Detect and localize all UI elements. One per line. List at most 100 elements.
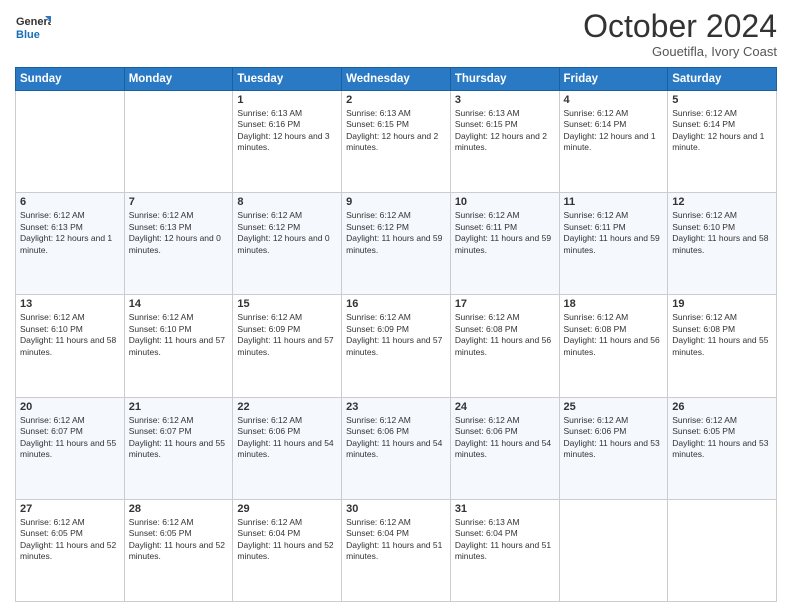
day-number: 14 xyxy=(129,298,229,310)
calendar-cell xyxy=(559,499,668,601)
svg-text:Blue: Blue xyxy=(16,29,40,41)
cell-content: Sunrise: 6:12 AM Sunset: 6:04 PM Dayligh… xyxy=(346,517,446,563)
calendar-cell: 28 Sunrise: 6:12 AM Sunset: 6:05 PM Dayli… xyxy=(124,499,233,601)
calendar-cell xyxy=(668,499,777,601)
day-number: 10 xyxy=(455,196,555,208)
cell-content: Sunrise: 6:12 AM Sunset: 6:12 PM Dayligh… xyxy=(346,210,446,256)
cell-content: Sunrise: 6:12 AM Sunset: 6:11 PM Dayligh… xyxy=(564,210,664,256)
day-number: 24 xyxy=(455,401,555,413)
day-number: 23 xyxy=(346,401,446,413)
calendar-cell: 21Sunrise: 6:12 AM Sunset: 6:07 PM Dayli… xyxy=(124,397,233,499)
calendar-cell: 30Sunrise: 6:12 AM Sunset: 6:04 PM Dayli… xyxy=(342,499,451,601)
cell-content: Sunrise: 6:13 AM Sunset: 6:15 PM Dayligh… xyxy=(455,108,555,154)
cell-content: Sunrise: 6:13 AM Sunset: 6:04 PM Dayligh… xyxy=(455,517,555,563)
cell-content: Sunrise: 6:12 AM Sunset: 6:10 PM Dayligh… xyxy=(672,210,772,256)
calendar-cell: 26 Sunrise: 6:12 AM Sunset: 6:05 PM Dayli… xyxy=(668,397,777,499)
calendar-cell: 7 Sunrise: 6:12 AM Sunset: 6:13 PM Daylig… xyxy=(124,193,233,295)
cell-content: Sunrise: 6:13 AM Sunset: 6:15 PM Dayligh… xyxy=(346,108,446,154)
cell-content: Sunrise: 6:12 AM Sunset: 6:06 PM Dayligh… xyxy=(564,415,664,461)
day-number: 4 xyxy=(564,94,664,106)
calendar-cell: 31 Sunrise: 6:13 AM Sunset: 6:04 PM Dayli… xyxy=(450,499,559,601)
calendar-cell: 5 Sunrise: 6:12 AM Sunset: 6:14 PM Daylig… xyxy=(668,91,777,193)
calendar-cell: 8 Sunrise: 6:12 AM Sunset: 6:12 PM Daylig… xyxy=(233,193,342,295)
calendar-cell: 6Sunrise: 6:12 AM Sunset: 6:13 PM Daylig… xyxy=(16,193,125,295)
cell-content: Sunrise: 6:12 AM Sunset: 6:05 PM Dayligh… xyxy=(129,517,229,563)
svg-text:General: General xyxy=(16,16,51,28)
day-number: 7 xyxy=(129,196,229,208)
calendar-cell xyxy=(124,91,233,193)
cell-content: Sunrise: 6:12 AM Sunset: 6:10 PM Dayligh… xyxy=(129,312,229,358)
calendar-cell: 23Sunrise: 6:12 AM Sunset: 6:06 PM Dayli… xyxy=(342,397,451,499)
calendar-week-row: 20Sunrise: 6:12 AM Sunset: 6:07 PM Dayli… xyxy=(16,397,777,499)
calendar-cell: 12Sunrise: 6:12 AM Sunset: 6:10 PM Dayli… xyxy=(668,193,777,295)
day-number: 1 xyxy=(237,94,337,106)
calendar-cell: 4 Sunrise: 6:12 AM Sunset: 6:14 PM Daylig… xyxy=(559,91,668,193)
calendar-day-header: Thursday xyxy=(450,68,559,91)
calendar-cell: 9 Sunrise: 6:12 AM Sunset: 6:12 PM Daylig… xyxy=(342,193,451,295)
month-title: October 2024 xyxy=(583,10,777,42)
calendar-day-header: Sunday xyxy=(16,68,125,91)
calendar-cell: 27Sunrise: 6:12 AM Sunset: 6:05 PM Dayli… xyxy=(16,499,125,601)
calendar-header-row: SundayMondayTuesdayWednesdayThursdayFrid… xyxy=(16,68,777,91)
cell-content: Sunrise: 6:12 AM Sunset: 6:06 PM Dayligh… xyxy=(455,415,555,461)
cell-content: Sunrise: 6:12 AM Sunset: 6:05 PM Dayligh… xyxy=(672,415,772,461)
title-block: October 2024 Gouetifla, Ivory Coast xyxy=(583,10,777,59)
cell-content: Sunrise: 6:12 AM Sunset: 6:06 PM Dayligh… xyxy=(237,415,337,461)
calendar-day-header: Wednesday xyxy=(342,68,451,91)
calendar-cell: 1 Sunrise: 6:13 AM Sunset: 6:16 PM Daylig… xyxy=(233,91,342,193)
cell-content: Sunrise: 6:12 AM Sunset: 6:13 PM Dayligh… xyxy=(129,210,229,256)
day-number: 17 xyxy=(455,298,555,310)
day-number: 22 xyxy=(237,401,337,413)
day-number: 2 xyxy=(346,94,446,106)
calendar-week-row: 27 Sunrise: 6:12 AM Sunset: 6:05 PM Dayli… xyxy=(16,499,777,601)
cell-content: Sunrise: 6:12 AM Sunset: 6:08 PM Dayligh… xyxy=(672,312,772,358)
day-number: 8 xyxy=(237,196,337,208)
cell-content: Sunrise: 6:12 AM Sunset: 6:08 PM Dayligh… xyxy=(455,312,555,358)
calendar-cell: 16 Sunrise: 6:12 AM Sunset: 6:09 PM Dayli… xyxy=(342,295,451,397)
day-number: 13 xyxy=(20,298,120,310)
calendar-day-header: Monday xyxy=(124,68,233,91)
cell-content: Sunrise: 6:12 AM Sunset: 6:10 PM Dayligh… xyxy=(20,312,120,358)
calendar-week-row: 13 Sunrise: 6:12 AM Sunset: 6:10 PM Dayli… xyxy=(16,295,777,397)
calendar-cell: 10 Sunrise: 6:12 AM Sunset: 6:11 PM Dayli… xyxy=(450,193,559,295)
cell-content: Sunrise: 6:12 AM Sunset: 6:09 PM Dayligh… xyxy=(237,312,337,358)
day-number: 16 xyxy=(346,298,446,310)
day-number: 27 xyxy=(20,503,120,515)
day-number: 9 xyxy=(346,196,446,208)
day-number: 31 xyxy=(455,503,555,515)
day-number: 26 xyxy=(672,401,772,413)
day-number: 5 xyxy=(672,94,772,106)
calendar-day-header: Friday xyxy=(559,68,668,91)
calendar-cell: 20Sunrise: 6:12 AM Sunset: 6:07 PM Dayli… xyxy=(16,397,125,499)
cell-content: Sunrise: 6:12 AM Sunset: 6:14 PM Dayligh… xyxy=(564,108,664,154)
calendar-cell: 2 Sunrise: 6:13 AM Sunset: 6:15 PM Daylig… xyxy=(342,91,451,193)
day-number: 29 xyxy=(237,503,337,515)
day-number: 28 xyxy=(129,503,229,515)
cell-content: Sunrise: 6:12 AM Sunset: 6:09 PM Dayligh… xyxy=(346,312,446,358)
cell-content: Sunrise: 6:12 AM Sunset: 6:12 PM Dayligh… xyxy=(237,210,337,256)
calendar-table: SundayMondayTuesdayWednesdayThursdayFrid… xyxy=(15,67,777,602)
calendar-cell: 11Sunrise: 6:12 AM Sunset: 6:11 PM Dayli… xyxy=(559,193,668,295)
calendar-cell: 19 Sunrise: 6:12 AM Sunset: 6:08 PM Dayli… xyxy=(668,295,777,397)
cell-content: Sunrise: 6:12 AM Sunset: 6:11 PM Dayligh… xyxy=(455,210,555,256)
calendar-day-header: Tuesday xyxy=(233,68,342,91)
calendar-cell: 13 Sunrise: 6:12 AM Sunset: 6:10 PM Dayli… xyxy=(16,295,125,397)
day-number: 19 xyxy=(672,298,772,310)
day-number: 21 xyxy=(129,401,229,413)
location-subtitle: Gouetifla, Ivory Coast xyxy=(583,44,777,59)
day-number: 25 xyxy=(564,401,664,413)
cell-content: Sunrise: 6:13 AM Sunset: 6:16 PM Dayligh… xyxy=(237,108,337,154)
calendar-week-row: 6Sunrise: 6:12 AM Sunset: 6:13 PM Daylig… xyxy=(16,193,777,295)
calendar-cell xyxy=(16,91,125,193)
logo-svg: General Blue xyxy=(15,10,51,46)
calendar-cell: 3Sunrise: 6:13 AM Sunset: 6:15 PM Daylig… xyxy=(450,91,559,193)
calendar-week-row: 1 Sunrise: 6:13 AM Sunset: 6:16 PM Daylig… xyxy=(16,91,777,193)
cell-content: Sunrise: 6:12 AM Sunset: 6:14 PM Dayligh… xyxy=(672,108,772,154)
cell-content: Sunrise: 6:12 AM Sunset: 6:04 PM Dayligh… xyxy=(237,517,337,563)
calendar-cell: 25 Sunrise: 6:12 AM Sunset: 6:06 PM Dayli… xyxy=(559,397,668,499)
logo: General Blue xyxy=(15,10,51,46)
calendar-cell: 24 Sunrise: 6:12 AM Sunset: 6:06 PM Dayli… xyxy=(450,397,559,499)
calendar-cell: 22 Sunrise: 6:12 AM Sunset: 6:06 PM Dayli… xyxy=(233,397,342,499)
calendar-day-header: Saturday xyxy=(668,68,777,91)
day-number: 15 xyxy=(237,298,337,310)
